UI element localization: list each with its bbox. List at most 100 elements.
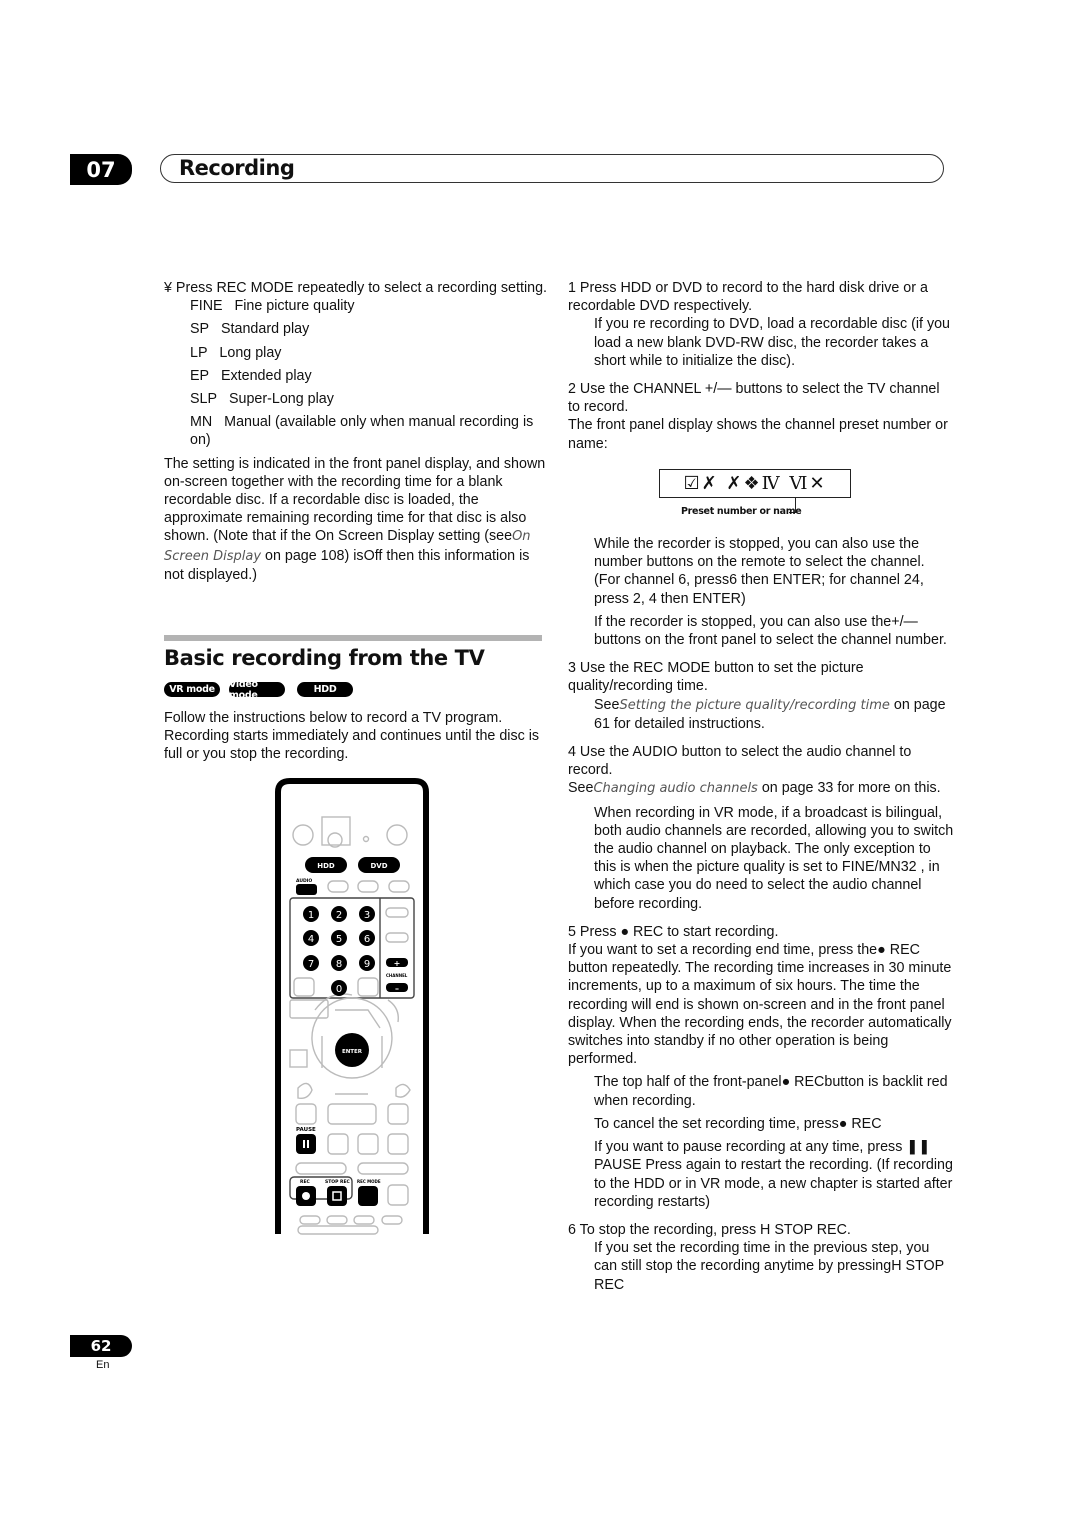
remote-button bbox=[388, 880, 410, 893]
front-panel-display: ☑✗ ✗❖Ⅳ Ⅵ✕ bbox=[659, 469, 851, 498]
audio-channels-link: Changing audio channels bbox=[593, 781, 758, 797]
remote-button bbox=[321, 816, 351, 846]
audio-button bbox=[296, 884, 317, 895]
step-4-title: 4 Use the AUDIO button to select the aud… bbox=[568, 744, 912, 779]
badge-video-mode: Video mode bbox=[229, 679, 285, 701]
remote-button bbox=[385, 932, 409, 943]
number-label: 9 bbox=[364, 959, 370, 970]
section-intro: Follow the instructions below to record … bbox=[164, 710, 540, 763]
page-number: 62 bbox=[70, 1335, 132, 1357]
number-label: 2 bbox=[336, 910, 342, 921]
step-5-note-3: If you want to pause recording at any ti… bbox=[594, 1139, 953, 1210]
pause-label: PAUSE bbox=[296, 1127, 316, 1133]
remote-button bbox=[327, 880, 349, 893]
step-3-title: 3 Use the REC MODE button to set the pic… bbox=[568, 660, 864, 695]
mode-list: FINE Fine picture quality SP Standard pl… bbox=[164, 297, 548, 449]
remote-button bbox=[299, 1215, 321, 1225]
number-label: 0 bbox=[336, 984, 342, 995]
mode-code: EP bbox=[190, 367, 210, 384]
stop-rec-label: STOP REC bbox=[325, 1179, 351, 1185]
enter-label: ENTER bbox=[342, 1049, 363, 1055]
step-rec-mode: ¥ Press REC MODE repeatedly to select a … bbox=[164, 280, 548, 296]
minus-label: – bbox=[395, 984, 399, 993]
mode-item: SP Standard play bbox=[164, 320, 548, 338]
mode-label: Manual (available only when manual recor… bbox=[190, 414, 534, 449]
pause-icon bbox=[303, 1140, 305, 1148]
see-text: See bbox=[568, 780, 594, 797]
remote-button bbox=[327, 1103, 377, 1125]
remote-button bbox=[357, 880, 379, 893]
mode-label: Fine picture quality bbox=[234, 298, 355, 315]
remote-button bbox=[387, 1103, 409, 1125]
remote-svg: HDD DVD 1 2 3 4 5 6 7 8 9 0 + – ENTER AU… bbox=[275, 778, 429, 1235]
mode-label: Super-Long play bbox=[228, 391, 334, 408]
badge-vr-mode: VR mode bbox=[164, 682, 220, 697]
remote-button bbox=[293, 977, 315, 997]
left-column: ¥ Press REC MODE repeatedly to select a … bbox=[164, 279, 548, 584]
remote-button bbox=[292, 824, 314, 846]
setting-note: The setting is indicated in the front pa… bbox=[164, 455, 548, 584]
mode-label: Standard play bbox=[221, 321, 310, 338]
remote-button bbox=[386, 824, 408, 846]
remote-button bbox=[297, 1082, 313, 1100]
rec-label: REC bbox=[300, 1179, 311, 1185]
hdd-label: HDD bbox=[317, 862, 335, 870]
badge-hdd: HDD bbox=[297, 682, 353, 697]
stop-rec-button bbox=[327, 1186, 347, 1206]
remote-button bbox=[387, 1184, 409, 1206]
right-column: 1 Press HDD or DVD to record to the hard… bbox=[568, 279, 954, 453]
step-6-title: 6 To stop the recording, press H STOP RE… bbox=[568, 1221, 851, 1238]
remote-button bbox=[295, 1162, 347, 1175]
mode-label: Long play bbox=[219, 344, 282, 361]
mode-label: Extended play bbox=[221, 367, 312, 384]
mode-code: SP bbox=[190, 321, 210, 338]
remote-indicator bbox=[362, 835, 370, 843]
mode-item: SLP Super-Long play bbox=[164, 390, 548, 408]
mode-item: EP Extended play bbox=[164, 367, 548, 385]
number-label: 6 bbox=[364, 934, 370, 945]
remote-button bbox=[289, 1049, 308, 1068]
remote-button bbox=[327, 1133, 349, 1155]
mode-code: LP bbox=[190, 344, 208, 361]
step-5-note-1: The top half of the front-panel● RECbutt… bbox=[594, 1074, 948, 1109]
step-2-body: The front panel display shows the channe… bbox=[568, 417, 948, 452]
dvd-label: DVD bbox=[370, 862, 387, 870]
step-2-note-2: If the recorder is stopped, you can also… bbox=[594, 613, 947, 649]
remote-button bbox=[395, 1083, 411, 1098]
step-5-note-2: To cancel the set recording time, press●… bbox=[594, 1115, 882, 1132]
display-caption: Preset number or name bbox=[681, 506, 802, 517]
number-label: 1 bbox=[308, 910, 314, 921]
pause-button bbox=[296, 1134, 316, 1154]
step-1-note: If you re recording to DVD, load a recor… bbox=[594, 316, 951, 369]
mode-item: FINE Fine picture quality bbox=[164, 297, 548, 315]
mode-code: FINE bbox=[190, 298, 223, 315]
channel-label: CHANNEL bbox=[386, 973, 408, 978]
see-rest: on page 33 for more on this. bbox=[757, 780, 941, 797]
see-text: See bbox=[594, 696, 620, 713]
rec-mode-label: REC MODE bbox=[357, 1179, 381, 1184]
note-off: Off bbox=[363, 547, 383, 564]
note-text: The setting is indicated in the front pa… bbox=[164, 455, 546, 545]
audio-label: AUDIO bbox=[296, 878, 312, 884]
step-1-title: 1 Press HDD or DVD to record to the hard… bbox=[568, 280, 928, 315]
pause-icon bbox=[307, 1140, 309, 1148]
mode-item: MN Manual (available only when manual re… bbox=[164, 413, 548, 449]
mode-code: SLP bbox=[190, 391, 218, 408]
chapter-title-box: Recording bbox=[160, 154, 944, 183]
remote-button bbox=[297, 1225, 379, 1235]
remote-button bbox=[381, 1215, 403, 1225]
step-4-see: SeeChanging audio channels on page 33 fo… bbox=[568, 779, 954, 798]
remote-body bbox=[275, 778, 429, 1234]
remote-button bbox=[353, 1215, 375, 1225]
step-2-note-1: While the recorder is stopped, you can a… bbox=[594, 536, 925, 607]
remote-button bbox=[357, 977, 379, 997]
mode-code: MN bbox=[190, 414, 213, 431]
section-rule bbox=[164, 635, 542, 641]
remote-button bbox=[357, 1162, 409, 1175]
picture-quality-link: Setting the picture quality/recording ti… bbox=[619, 697, 890, 713]
number-label: 5 bbox=[336, 934, 342, 945]
section-title: Basic recording from the TV bbox=[164, 646, 485, 670]
remote-button bbox=[326, 1215, 348, 1225]
mode-item: LP Long play bbox=[164, 344, 548, 362]
number-label: 8 bbox=[336, 959, 342, 970]
